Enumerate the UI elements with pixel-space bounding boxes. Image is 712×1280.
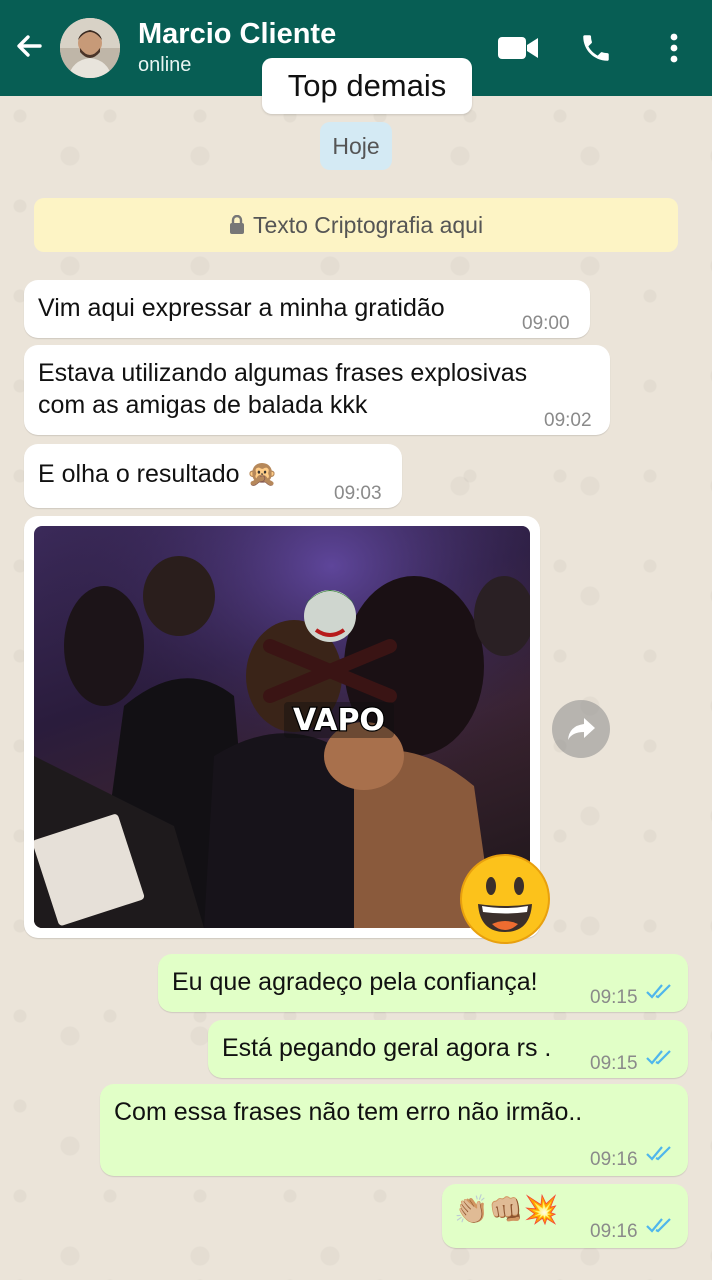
phone-call-icon[interactable] (574, 26, 618, 70)
message-time: 09:16 (590, 1221, 638, 1242)
encryption-notice[interactable]: Texto Criptografia aqui (34, 198, 678, 252)
date-chip: Hoje (320, 122, 392, 170)
message-emojis: 👏🏼👊🏼💥 (454, 1194, 559, 1225)
message-text: Eu que agradeço pela confiança! (172, 968, 538, 996)
back-arrow-icon[interactable] (10, 26, 50, 66)
read-ticks-icon (646, 1218, 671, 1233)
tooltip-label: Top demais (262, 58, 472, 114)
outgoing-message[interactable]: Com essa frases não tem erro não irmão..… (100, 1084, 688, 1176)
message-text: Está pegando geral agora rs . (222, 1034, 552, 1062)
avatar[interactable] (60, 18, 120, 78)
club-photo[interactable]: VAPO (34, 526, 530, 928)
sticker-text: VAPO (293, 703, 385, 738)
read-ticks-icon (646, 984, 671, 999)
outgoing-message[interactable]: 👏🏼👊🏼💥 09:16 (442, 1184, 688, 1248)
message-time: 09:16 (590, 1149, 638, 1170)
contact-status: online (138, 54, 192, 76)
encryption-text: Texto Criptografia aqui (252, 211, 484, 238)
message-text: E olha o resultado 🙊 (38, 460, 278, 488)
read-ticks-icon (646, 1146, 671, 1161)
contact-name[interactable]: Marcio Cliente (138, 18, 336, 51)
message-text-line: com as amigas de balada kkk (38, 391, 368, 419)
incoming-message[interactable]: Estava utilizando algumas frases explosi… (24, 345, 610, 435)
more-vertical-icon[interactable] (652, 26, 696, 70)
grinning-face-emoji (458, 852, 552, 946)
message-time: 09:15 (590, 987, 638, 1008)
video-call-icon[interactable] (496, 26, 540, 70)
message-time: 09:00 (522, 313, 570, 334)
message-time: 09:03 (334, 483, 382, 504)
outgoing-message[interactable]: Está pegando geral agora rs . 09:15 (208, 1020, 688, 1078)
forward-icon[interactable] (552, 700, 610, 758)
message-text-line: Estava utilizando algumas frases explosi… (38, 359, 528, 387)
message-text: Vim aqui expressar a minha gratidão (38, 294, 445, 322)
incoming-message[interactable]: Vim aqui expressar a minha gratidão 09:0… (24, 280, 590, 338)
outgoing-message[interactable]: Eu que agradeço pela confiança! 09:15 (158, 954, 688, 1012)
message-time: 09:15 (590, 1053, 638, 1074)
read-ticks-icon (646, 1050, 671, 1065)
incoming-message[interactable]: E olha o resultado 🙊 09:03 (24, 444, 402, 508)
message-time: 09:02 (544, 410, 592, 431)
message-text: Com essa frases não tem erro não irmão.. (114, 1098, 583, 1126)
lock-icon (229, 215, 244, 234)
